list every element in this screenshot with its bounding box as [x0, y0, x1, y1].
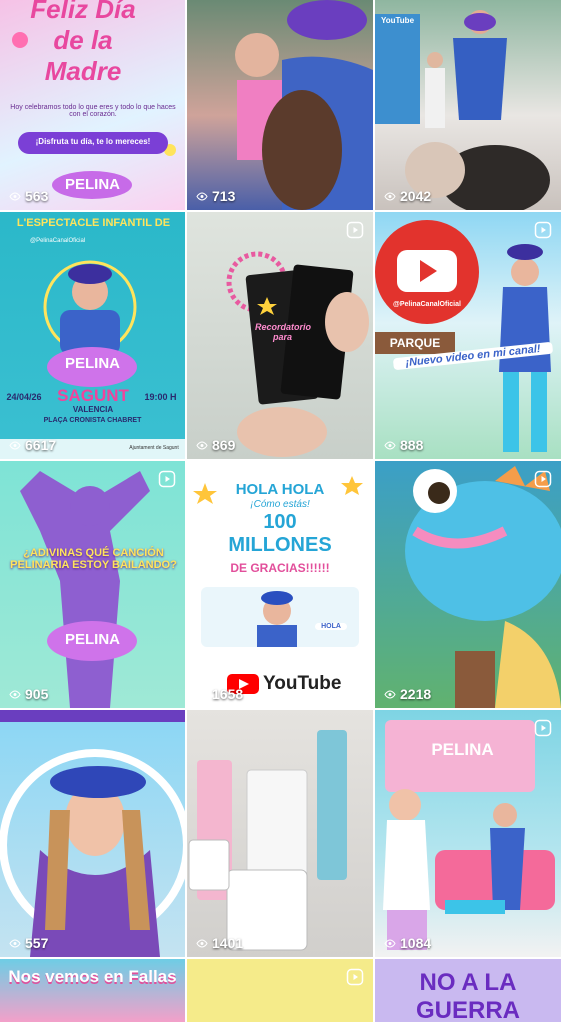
grid-post-3[interactable]: YouTube 2042: [375, 0, 561, 210]
view-count: 905: [9, 686, 48, 702]
post-thumbnail: [405, 466, 561, 708]
eye-icon: [196, 440, 208, 450]
view-count-value: 713: [212, 188, 236, 204]
post-thumbnail: [20, 471, 150, 708]
post-thumbnail: [375, 10, 550, 210]
grid-post-12[interactable]: PELINA 1084: [375, 710, 561, 957]
post-subtitle: Hoy celebramos todo lo que eres y todo l…: [10, 104, 176, 118]
post-thanks: DE GRACIAS!!!!!!: [230, 561, 330, 575]
post-title: ¿ADIVINAS QUÉ CANCIÓN PELINARIA ESTOY BA…: [10, 547, 177, 571]
card-text: Recordatorio para: [255, 322, 312, 342]
view-count: 869: [196, 437, 235, 453]
sponsor-logo: Ajuntament de Sagunt: [129, 445, 179, 451]
eye-icon: [196, 689, 208, 699]
view-count: 557: [9, 935, 48, 951]
grid-post-14[interactable]: [187, 959, 373, 1022]
grid-post-15[interactable]: NO A LA GUERRA: [375, 959, 561, 1022]
view-count-value: 1658: [212, 686, 244, 702]
post-millions: MILLONES: [228, 534, 332, 556]
view-count-value: 563: [25, 188, 49, 204]
view-count: 563: [9, 188, 48, 204]
view-count-value: 905: [25, 686, 49, 702]
grid-post-5[interactable]: Recordatorio para 869: [187, 212, 373, 459]
post-number: 100: [263, 511, 297, 533]
grid-post-2[interactable]: 713: [187, 0, 373, 210]
eye-icon: [9, 440, 21, 450]
brand-logo: PELINA: [64, 176, 120, 193]
grid-post-7[interactable]: ¿ADIVINAS QUÉ CANCIÓN PELINARIA ESTOY BA…: [0, 461, 185, 708]
view-count-value: 1401: [212, 935, 244, 951]
brand-logo: PELINA: [64, 355, 120, 372]
view-count-value: 2218: [400, 686, 432, 702]
reel-icon: [346, 221, 364, 239]
grid-post-10[interactable]: 557: [0, 710, 185, 957]
view-count: 1401: [196, 935, 243, 951]
post-thumbnail: [235, 0, 373, 210]
view-count-value: 869: [212, 437, 236, 453]
event-place: SAGUNT: [57, 386, 129, 405]
reel-icon: [534, 719, 552, 737]
grid-post-9[interactable]: 2218: [375, 461, 561, 708]
eye-icon: [384, 689, 396, 699]
hola-bubble: HOLA: [315, 623, 347, 630]
channel-handle: @PelinaCanalOficial: [393, 301, 461, 308]
brand-logo: PELINA: [431, 740, 494, 759]
eye-icon: [384, 938, 396, 948]
post-title: Nos vemos en Fallas: [8, 967, 177, 986]
reel-icon: [534, 221, 552, 239]
view-count-value: 1084: [400, 935, 432, 951]
brand-logo: PELINA: [64, 631, 120, 648]
post-title: NO A LA GUERRA: [415, 969, 520, 1022]
eye-icon: [196, 938, 208, 948]
grid-post-6[interactable]: @PelinaCanalOficial PARQUE ¡Nuevo video …: [375, 212, 561, 459]
view-count: 888: [384, 437, 423, 453]
eye-icon: [9, 938, 21, 948]
reel-icon: [346, 968, 364, 986]
reel-icon: [158, 470, 176, 488]
grid-post-13[interactable]: Nos vemos en Fallas: [0, 959, 185, 1022]
grid-post-4[interactable]: L'ESPECTACLE INFANTIL DE @PelinaCanalOfi…: [0, 212, 185, 459]
view-count-value: 888: [400, 437, 424, 453]
view-count: 713: [196, 188, 235, 204]
view-count-value: 2042: [400, 188, 432, 204]
post-title: L'ESPECTACLE INFANTIL DE: [16, 217, 171, 229]
channel-handle: @PelinaCanalOficial: [30, 238, 86, 244]
view-count: 1658: [196, 686, 243, 702]
grid-post-11[interactable]: 1401: [187, 710, 373, 957]
view-count-value: 557: [25, 935, 49, 951]
eye-icon: [384, 191, 396, 201]
grid-post-1[interactable]: Feliz Día de la Madre Hoy celebramos tod…: [0, 0, 185, 210]
eye-icon: [9, 689, 21, 699]
youtube-sign: YouTube: [380, 16, 415, 25]
post-tagline: ¡Disfruta tu día, te lo mereces!: [35, 137, 151, 146]
event-region: VALENCIA: [72, 405, 114, 414]
event-venue: PLAÇA CRONISTA CHABRET: [43, 417, 142, 424]
profile-grid: Feliz Día de la Madre Hoy celebramos tod…: [0, 0, 561, 1024]
park-sign: PARQUE: [389, 336, 441, 350]
view-count: 2042: [384, 188, 431, 204]
view-count-value: 6617: [25, 437, 57, 453]
view-count: 6617: [9, 437, 56, 453]
eye-icon: [9, 191, 21, 201]
eye-icon: [196, 191, 208, 201]
grid-post-8[interactable]: HOLA HOLA ¡Cómo estás! 100 MILLONES DE G…: [187, 461, 373, 708]
youtube-logo: YouTube: [263, 673, 342, 694]
reel-icon: [534, 470, 552, 488]
post-thumbnail: [188, 730, 347, 951]
view-count: 1084: [384, 935, 431, 951]
post-thumbnail: [0, 710, 185, 957]
post-greeting: ¡Cómo estás!: [250, 499, 310, 510]
eye-icon: [384, 440, 396, 450]
post-title: Feliz Día de la Madre: [30, 0, 136, 86]
view-count: 2218: [384, 686, 431, 702]
post-heading: HOLA HOLA: [235, 481, 325, 498]
event-time: 19:00 H: [144, 392, 177, 402]
event-date: 24/04/26: [6, 392, 42, 402]
